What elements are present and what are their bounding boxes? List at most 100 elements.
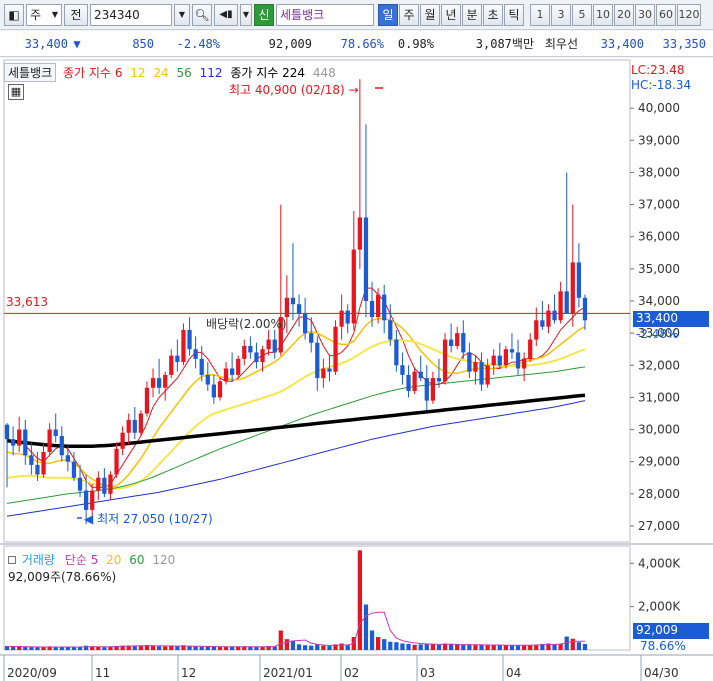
period-tab-3[interactable]: 년 [441,3,461,26]
reference-line-label: 33,613 [6,295,48,309]
candle-body [576,262,582,298]
high-annotation: 최고 40,900 (02/18) → [229,81,359,98]
stock-code-input[interactable]: 234340 [90,3,172,26]
candle-body [315,342,320,379]
candle-body [254,352,259,363]
candle-body [205,374,210,385]
candle-body [144,387,150,414]
volume-bar [400,643,405,650]
volume-ma20: 20 [106,553,122,567]
volume-bar [254,646,259,650]
period-tab-4[interactable]: 분 [462,3,482,26]
legend-stock-name[interactable]: 세틀뱅크 [4,63,57,82]
candle-body [83,490,89,510]
down-arrow-icon: ▼ [73,36,81,51]
last-volume-ratio: 78.66% [640,639,686,653]
volume-bar [132,646,137,650]
candle-body [448,339,454,346]
volume-bar [339,643,344,650]
volume-bar [576,642,582,650]
market-select[interactable]: 주 ▼ [26,3,62,26]
x-tick-label: 2021/01 [263,666,313,680]
candle-body [412,371,417,391]
period-tab-1[interactable]: 주 [399,3,419,26]
candle-body [302,313,308,334]
y-tick-label: 34,000 [638,294,680,308]
candle-body [217,381,223,398]
candle-body [181,329,186,363]
volume-bar [388,641,393,650]
candle-body [47,429,52,453]
candle-body [406,374,411,391]
volume-value: 92,009 [268,36,312,51]
period-tab-6[interactable]: 틱 [504,3,524,26]
interval-tab-1[interactable]: 3 [551,3,571,26]
volume-bar [169,645,174,650]
speaker-dropdown-icon[interactable]: ▼ [240,3,252,26]
volume-bar [229,646,235,650]
interval-tab-2[interactable]: 5 [572,3,592,26]
interval-tab-6[interactable]: 60 [656,3,676,26]
prev-button[interactable]: 전 [64,3,88,26]
x-tick-label: 12 [181,666,196,680]
interval-tab-3[interactable]: 10 [593,3,613,26]
volume-bar [102,647,107,650]
y-tick-label: 40,000 [638,101,680,115]
volume-bar [558,643,563,650]
candle-body [564,291,569,314]
period-tab-2[interactable]: 월 [420,3,440,26]
price-chart[interactable]: 40,000 39,000 38,000 37,000 36,000 35,000 34,0… [0,58,713,681]
volume-ma120: 120 [152,553,176,567]
interval-tab-7[interactable]: 120 [677,3,701,26]
candle-body [418,371,423,379]
chart-application: ◧ 주 ▼ 전 234340 ▼ 🔍︎ ◀▮ ▼ 신 세틀뱅크 일주월년분초틱 … [0,0,713,681]
volume-ratio: 78.66% [340,36,384,51]
volume-bar [35,647,40,650]
interval-tab-0[interactable]: 1 [530,3,550,26]
y-tick-label: 27,000 [638,519,680,533]
period-tab-5[interactable]: 초 [483,3,503,26]
volume-bar [193,646,198,650]
panel-toggle-icon[interactable]: ◧ [4,3,24,26]
chart-panel[interactable]: 40,000 39,000 38,000 37,000 36,000 35,000 34,0… [0,58,713,681]
x-tick-label: 02 [344,666,359,680]
candle-body [436,378,442,382]
price-legend: 세틀뱅크 종가 지수 6 12 24 56 112 종가 지수 224 448 [4,63,336,82]
y-tick-label: 35,000 [638,262,680,276]
code-dropdown-icon[interactable]: ▼ [174,3,190,26]
volume-ma60: 60 [129,553,145,567]
candle-body [156,378,162,388]
candle-body [339,310,344,327]
interval-tab-4[interactable]: 20 [614,3,634,26]
speaker-icon[interactable]: ◀▮ [214,3,238,26]
y-tick-label: 39,000 [638,133,680,147]
candle-body [473,362,478,372]
candle-body [223,368,229,382]
candle-body [65,455,71,462]
current-price: 33,400 [24,36,68,51]
last-volume-badge: 92,009 [633,623,709,639]
volume-bar [497,645,502,650]
volume-bar [473,645,478,650]
candle-body [442,339,448,382]
signal-button[interactable]: 신 [254,3,274,26]
volume-bar [570,638,575,650]
candle-body [345,310,350,324]
volume-bar [467,644,472,650]
candle-body [17,429,22,446]
period-tab-0[interactable]: 일 [378,3,398,26]
candle-body [455,333,460,346]
grid-table-icon[interactable]: ▦ [8,84,24,100]
search-icon[interactable]: 🔍︎ [192,3,212,26]
candle-body [90,490,95,510]
stock-name-field[interactable]: 세틀뱅크 [276,3,374,26]
candle-body [53,429,58,436]
volume-bar [284,639,290,650]
candle-body [540,320,545,327]
volume-bar [412,644,417,650]
market-select-label: 주 [30,8,42,22]
interval-tab-5[interactable]: 30 [635,3,655,26]
candle-body [163,374,168,388]
price-pane-frame [3,59,631,543]
volume-bar [461,645,466,650]
